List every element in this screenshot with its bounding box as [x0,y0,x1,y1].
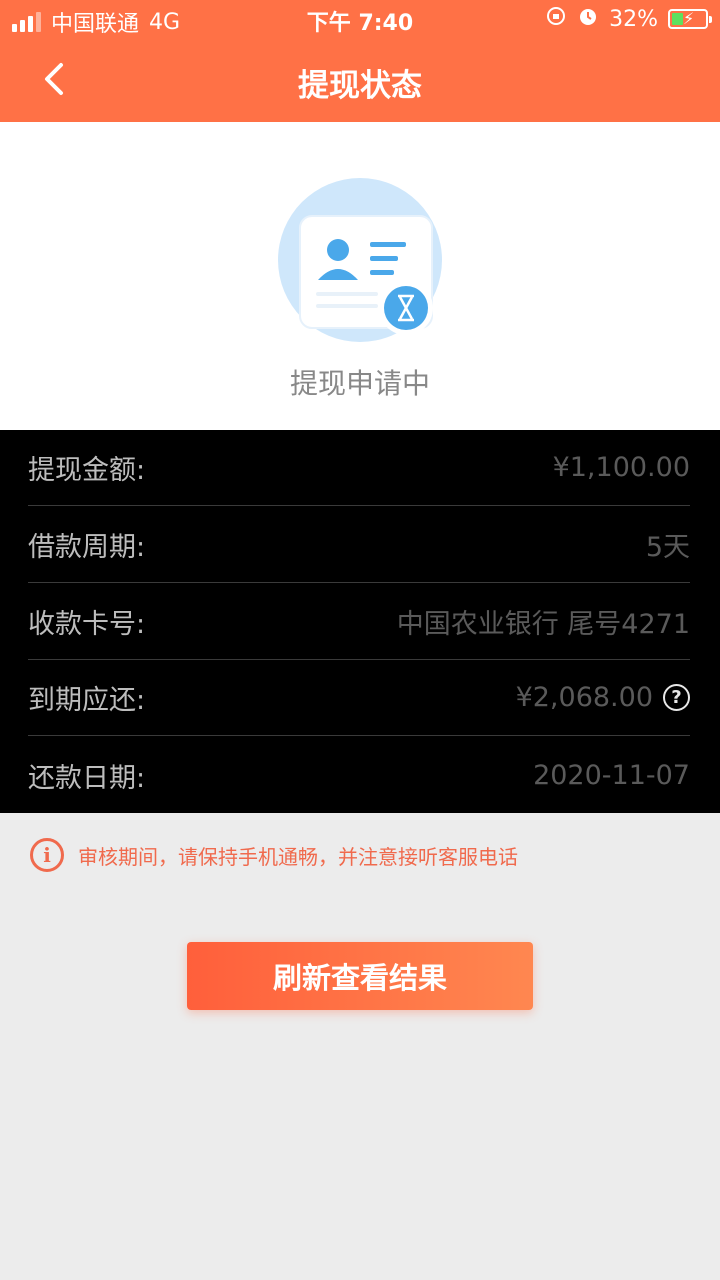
detail-label: 提现金额: [28,455,146,486]
battery-icon: ⚡ [668,9,712,29]
detail-label: 到期应还: [28,685,146,716]
page-title: 提现状态 [298,68,422,104]
nav-bar: 提现状态 [0,40,720,122]
detail-row-due-date: 还款日期: 2020-11-07 [28,737,690,813]
withdraw-details: 提现金额: ¥1,100.00 借款周期: 5天 收款卡号: 中国农业银行 尾号… [0,430,720,813]
status-bar: 中国联通 4G 下午 7:40 32% ⚡ [0,0,720,40]
battery-percent: 32% [609,6,658,32]
detail-row-due-amount: 到期应还: ¥2,068.00 ? [28,660,690,736]
review-notice: i 审核期间，请保持手机通畅，并注意接听客服电话 [30,838,518,872]
detail-row-amount: 提现金额: ¥1,100.00 [28,430,690,506]
detail-value: 5天 [645,532,690,563]
detail-value: 2020-11-07 [533,759,690,791]
rotation-lock-icon [545,5,567,33]
refresh-result-button[interactable]: 刷新查看结果 [187,942,533,1010]
detail-value-wrap: ¥2,068.00 ? [516,682,690,713]
detail-label: 收款卡号: [28,609,146,640]
detail-value: ¥2,068.00 [515,682,653,713]
status-hero: 提现申请中 [0,122,720,430]
alarm-icon [577,5,599,33]
id-card-pending-icon [276,178,446,348]
help-icon[interactable]: ? [663,684,690,711]
detail-row-period: 借款周期: 5天 [28,507,690,583]
withdraw-status-text: 提现申请中 [289,367,430,400]
detail-value: 中国农业银行 尾号4271 [396,609,690,640]
detail-label: 借款周期: [28,532,146,563]
info-icon: i [30,838,64,872]
detail-label: 还款日期: [28,762,146,794]
detail-row-card: 收款卡号: 中国农业银行 尾号4271 [28,584,690,660]
header-bar: 中国联通 4G 下午 7:40 32% ⚡ 提现状态 [0,0,720,122]
detail-value: ¥1,100.00 [552,452,690,483]
notice-text: 审核期间，请保持手机通畅，并注意接听客服电话 [78,844,518,869]
